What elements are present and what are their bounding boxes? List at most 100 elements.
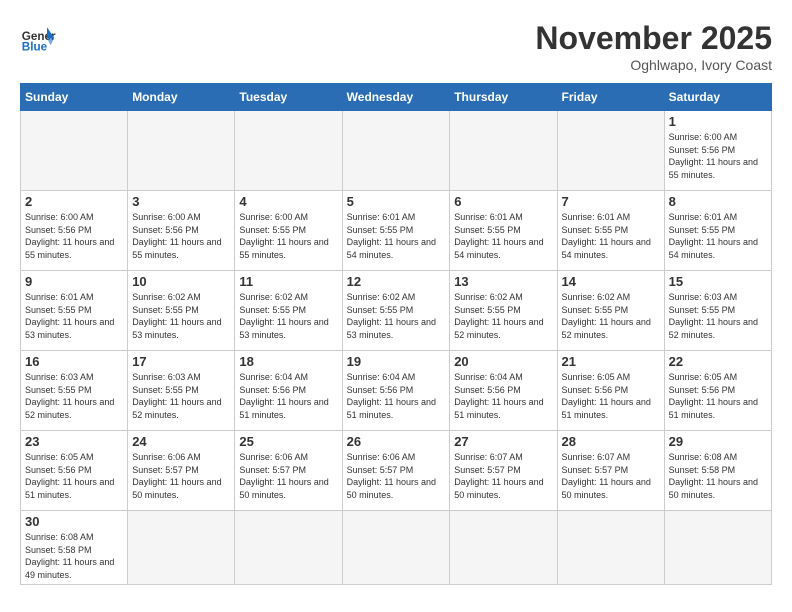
- day-info: Sunrise: 6:01 AM Sunset: 5:55 PM Dayligh…: [454, 211, 552, 261]
- day-info: Sunrise: 6:02 AM Sunset: 5:55 PM Dayligh…: [454, 291, 552, 341]
- day-number: 16: [25, 354, 123, 369]
- day-number: 19: [347, 354, 446, 369]
- day-info: Sunrise: 6:03 AM Sunset: 5:55 PM Dayligh…: [25, 371, 123, 421]
- day-info: Sunrise: 6:07 AM Sunset: 5:57 PM Dayligh…: [562, 451, 660, 501]
- calendar-cell: 22Sunrise: 6:05 AM Sunset: 5:56 PM Dayli…: [664, 351, 771, 431]
- calendar-cell: [235, 111, 342, 191]
- week-row-2: 2 Sunrise: 6:00 AM Sunset: 5:56 PM Daylig…: [21, 191, 772, 271]
- weekday-header-sunday: Sunday: [21, 84, 128, 111]
- day-number: 7: [562, 194, 660, 209]
- day-info: Sunrise: 6:01 AM Sunset: 5:55 PM Dayligh…: [562, 211, 660, 261]
- day-info: Sunrise: 6:01 AM Sunset: 5:55 PM Dayligh…: [25, 291, 123, 341]
- day-number: 15: [669, 274, 767, 289]
- calendar-cell: 8 Sunrise: 6:01 AM Sunset: 5:55 PM Daylig…: [664, 191, 771, 271]
- day-info: Sunrise: 6:02 AM Sunset: 5:55 PM Dayligh…: [347, 291, 446, 341]
- day-info: Sunrise: 6:05 AM Sunset: 5:56 PM Dayligh…: [669, 371, 767, 421]
- calendar-cell: [664, 511, 771, 585]
- calendar-cell: [342, 511, 450, 585]
- day-info: Sunrise: 6:04 AM Sunset: 5:56 PM Dayligh…: [239, 371, 337, 421]
- calendar-cell: 19Sunrise: 6:04 AM Sunset: 5:56 PM Dayli…: [342, 351, 450, 431]
- calendar-cell: 13 Sunrise: 6:02 AM Sunset: 5:55 PM Dayli…: [450, 271, 557, 351]
- day-number: 24: [132, 434, 230, 449]
- day-number: 2: [25, 194, 123, 209]
- day-number: 9: [25, 274, 123, 289]
- day-info: Sunrise: 6:00 AM Sunset: 5:56 PM Dayligh…: [669, 131, 767, 181]
- calendar-cell: 5Sunrise: 6:01 AM Sunset: 5:55 PM Daylig…: [342, 191, 450, 271]
- title-block: November 2025 Oghlwapo, Ivory Coast: [535, 20, 772, 73]
- day-number: 25: [239, 434, 337, 449]
- calendar-cell: 23Sunrise: 6:05 AM Sunset: 5:56 PM Dayli…: [21, 431, 128, 511]
- calendar-cell: 9 Sunrise: 6:01 AM Sunset: 5:55 PM Daylig…: [21, 271, 128, 351]
- day-info: Sunrise: 6:06 AM Sunset: 5:57 PM Dayligh…: [132, 451, 230, 501]
- day-info: Sunrise: 6:03 AM Sunset: 5:55 PM Dayligh…: [132, 371, 230, 421]
- day-info: Sunrise: 6:06 AM Sunset: 5:57 PM Dayligh…: [239, 451, 337, 501]
- day-info: Sunrise: 6:07 AM Sunset: 5:57 PM Dayligh…: [454, 451, 552, 501]
- day-info: Sunrise: 6:05 AM Sunset: 5:56 PM Dayligh…: [562, 371, 660, 421]
- calendar-cell: 14 Sunrise: 6:02 AM Sunset: 5:55 PM Dayli…: [557, 271, 664, 351]
- day-info: Sunrise: 6:02 AM Sunset: 5:55 PM Dayligh…: [562, 291, 660, 341]
- week-row-3: 9 Sunrise: 6:01 AM Sunset: 5:55 PM Daylig…: [21, 271, 772, 351]
- day-number: 27: [454, 434, 552, 449]
- location: Oghlwapo, Ivory Coast: [535, 57, 772, 73]
- calendar-cell: 30 Sunrise: 6:08 AM Sunset: 5:58 PM Dayli…: [21, 511, 128, 585]
- day-info: Sunrise: 6:00 AM Sunset: 5:55 PM Dayligh…: [239, 211, 337, 261]
- calendar-cell: 29Sunrise: 6:08 AM Sunset: 5:58 PM Dayli…: [664, 431, 771, 511]
- day-number: 6: [454, 194, 552, 209]
- calendar-cell: 27 Sunrise: 6:07 AM Sunset: 5:57 PM Dayli…: [450, 431, 557, 511]
- week-row-6: 30 Sunrise: 6:08 AM Sunset: 5:58 PM Dayli…: [21, 511, 772, 585]
- svg-text:Blue: Blue: [22, 41, 48, 54]
- day-number: 17: [132, 354, 230, 369]
- day-number: 5: [347, 194, 446, 209]
- day-info: Sunrise: 6:03 AM Sunset: 5:55 PM Dayligh…: [669, 291, 767, 341]
- day-info: Sunrise: 6:02 AM Sunset: 5:55 PM Dayligh…: [132, 291, 230, 341]
- day-info: Sunrise: 6:02 AM Sunset: 5:55 PM Dayligh…: [239, 291, 337, 341]
- calendar-cell: 10 Sunrise: 6:02 AM Sunset: 5:55 PM Dayli…: [128, 271, 235, 351]
- calendar-cell: 26Sunrise: 6:06 AM Sunset: 5:57 PM Dayli…: [342, 431, 450, 511]
- calendar-cell: [557, 111, 664, 191]
- day-info: Sunrise: 6:08 AM Sunset: 5:58 PM Dayligh…: [25, 531, 123, 581]
- day-number: 14: [562, 274, 660, 289]
- calendar-cell: 4 Sunrise: 6:00 AM Sunset: 5:55 PM Daylig…: [235, 191, 342, 271]
- page-header: General Blue November 2025 Oghlwapo, Ivo…: [20, 20, 772, 73]
- day-number: 30: [25, 514, 123, 529]
- calendar-cell: [128, 511, 235, 585]
- day-number: 28: [562, 434, 660, 449]
- calendar-cell: 1Sunrise: 6:00 AM Sunset: 5:56 PM Daylig…: [664, 111, 771, 191]
- week-row-4: 16 Sunrise: 6:03 AM Sunset: 5:55 PM Dayli…: [21, 351, 772, 431]
- calendar-cell: 2 Sunrise: 6:00 AM Sunset: 5:56 PM Daylig…: [21, 191, 128, 271]
- day-info: Sunrise: 6:00 AM Sunset: 5:56 PM Dayligh…: [132, 211, 230, 261]
- calendar-cell: 28 Sunrise: 6:07 AM Sunset: 5:57 PM Dayli…: [557, 431, 664, 511]
- calendar-cell: [557, 511, 664, 585]
- calendar-cell: 18 Sunrise: 6:04 AM Sunset: 5:56 PM Dayli…: [235, 351, 342, 431]
- calendar-cell: 15 Sunrise: 6:03 AM Sunset: 5:55 PM Dayli…: [664, 271, 771, 351]
- weekday-header-thursday: Thursday: [450, 84, 557, 111]
- weekday-header-wednesday: Wednesday: [342, 84, 450, 111]
- day-number: 29: [669, 434, 767, 449]
- calendar-table: SundayMondayTuesdayWednesdayThursdayFrid…: [20, 83, 772, 585]
- day-number: 10: [132, 274, 230, 289]
- day-info: Sunrise: 6:00 AM Sunset: 5:56 PM Dayligh…: [25, 211, 123, 261]
- day-info: Sunrise: 6:01 AM Sunset: 5:55 PM Dayligh…: [669, 211, 767, 261]
- weekday-header-row: SundayMondayTuesdayWednesdayThursdayFrid…: [21, 84, 772, 111]
- weekday-header-monday: Monday: [128, 84, 235, 111]
- calendar-cell: 16 Sunrise: 6:03 AM Sunset: 5:55 PM Dayli…: [21, 351, 128, 431]
- week-row-5: 23Sunrise: 6:05 AM Sunset: 5:56 PM Dayli…: [21, 431, 772, 511]
- day-info: Sunrise: 6:05 AM Sunset: 5:56 PM Dayligh…: [25, 451, 123, 501]
- day-number: 20: [454, 354, 552, 369]
- calendar-cell: 21 Sunrise: 6:05 AM Sunset: 5:56 PM Dayli…: [557, 351, 664, 431]
- day-number: 18: [239, 354, 337, 369]
- calendar-cell: 17 Sunrise: 6:03 AM Sunset: 5:55 PM Dayli…: [128, 351, 235, 431]
- day-number: 11: [239, 274, 337, 289]
- day-number: 12: [347, 274, 446, 289]
- day-number: 21: [562, 354, 660, 369]
- month-title: November 2025: [535, 20, 772, 57]
- day-number: 4: [239, 194, 337, 209]
- day-number: 13: [454, 274, 552, 289]
- day-info: Sunrise: 6:06 AM Sunset: 5:57 PM Dayligh…: [347, 451, 446, 501]
- day-number: 8: [669, 194, 767, 209]
- calendar-cell: [342, 111, 450, 191]
- calendar-cell: 3Sunrise: 6:00 AM Sunset: 5:56 PM Daylig…: [128, 191, 235, 271]
- weekday-header-friday: Friday: [557, 84, 664, 111]
- calendar-cell: [128, 111, 235, 191]
- calendar-cell: 11 Sunrise: 6:02 AM Sunset: 5:55 PM Dayli…: [235, 271, 342, 351]
